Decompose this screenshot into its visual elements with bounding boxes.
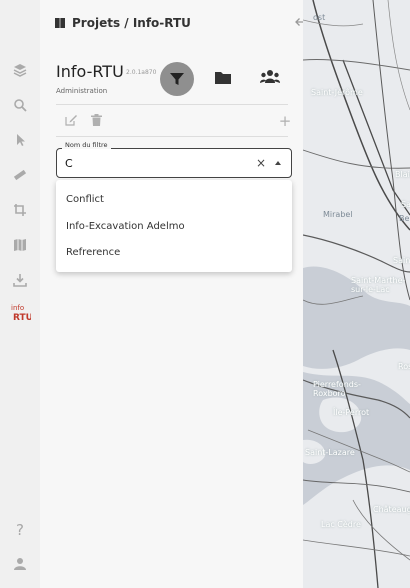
edit-icon [65,115,77,126]
map-label: Saint-Jérôme [311,88,363,97]
map-label: Mirabel [323,210,353,219]
map-label: Be [399,214,410,223]
book-icon [55,18,65,28]
edit-button[interactable] [64,114,78,128]
map-icon[interactable] [8,233,32,257]
app-info: Info-RTU 2.0.1a870 Administration [56,62,296,102]
svg-text:RTU: RTU [13,313,31,323]
people-button[interactable] [259,68,281,86]
side-rail: info RTU ? [0,0,41,588]
ruler-icon[interactable] [8,163,32,187]
folder-icon [215,72,231,84]
filter-tools: + [64,114,294,130]
layers-icon[interactable] [8,58,32,82]
project-panel: Projets / Info-RTU Info-RTU 2.0.1a870 Ad… [40,0,303,588]
map-label: Rose [398,362,410,371]
pointer-icon[interactable] [8,128,32,152]
people-icon [260,70,280,83]
map-label: Sain [393,256,410,265]
crop-icon[interactable] [8,198,32,222]
download-icon[interactable] [8,268,32,292]
map-label: Île-Perrot [333,408,370,417]
add-button[interactable]: + [278,112,292,130]
search-icon[interactable] [8,93,32,117]
plus-icon: + [278,112,292,130]
filter-name-label: Nom du filtre [62,141,111,149]
trash-icon [90,114,102,126]
folder-button[interactable] [214,70,232,86]
app-name: Info-RTU [56,62,124,81]
map-label: Châteauguay [373,505,410,514]
dropdown-option[interactable]: Info-Excavation Adelmo [66,217,286,237]
clear-icon[interactable]: × [256,155,268,171]
app-subtitle: Administration [56,87,108,95]
filter-dropdown: Conflict Info-Excavation Adelmo Refreren… [56,180,292,272]
map-label: ost [313,13,326,22]
map-label: Sain [401,200,410,209]
map-label: Blainv [395,170,410,179]
divider [56,104,288,105]
map-label: Saint-Marthe-sur-le-Lac [351,276,406,294]
delete-button[interactable] [89,114,103,128]
filter-button[interactable] [160,62,194,96]
panel-title: Projets / Info-RTU [72,16,191,30]
info-rtu-logo[interactable]: info RTU [8,300,32,324]
dropdown-option[interactable]: Refrerence [66,243,286,263]
help-icon[interactable]: ? [8,518,32,542]
map-view[interactable]: ost Saint-Jérôme Mirabel Blainv Sain Be … [303,0,410,588]
map-label: Lac Cèdre [321,520,361,529]
app-version: 2.0.1a870 [126,69,157,76]
map-label: Saint-Lazare [305,448,355,457]
panel-header: Projets / Info-RTU [40,0,303,46]
filter-icon [170,73,184,85]
filter-name-field[interactable]: × [56,148,292,178]
dropdown-option[interactable]: Conflict [66,190,286,210]
divider [56,136,288,137]
filter-name-input[interactable] [65,155,245,171]
map-label: Pierrefonds-Roxboro [313,380,361,398]
svg-text:info: info [11,304,24,312]
user-icon[interactable] [8,552,32,576]
caret-up-icon[interactable] [275,161,281,165]
